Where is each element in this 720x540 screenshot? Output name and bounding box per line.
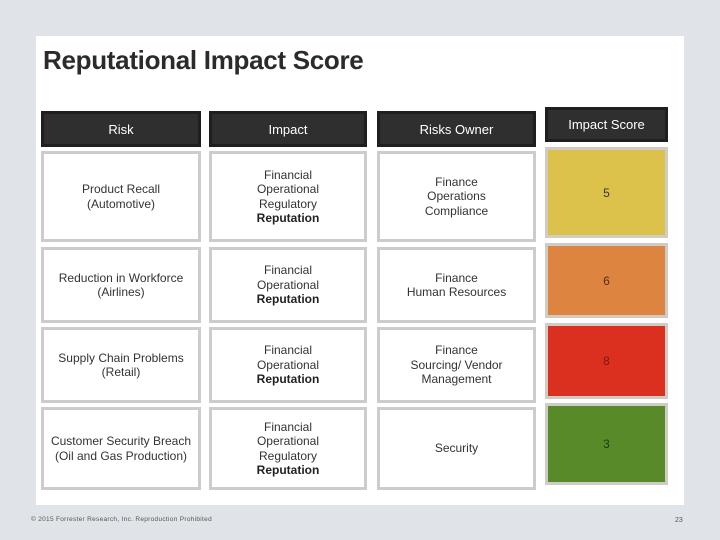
header-risks-owner: Risks Owner xyxy=(377,111,536,147)
risk-cell: Reduction in Workforce (Airlines) xyxy=(41,247,201,323)
score-value: 8 xyxy=(603,354,610,368)
page-number: 23 xyxy=(675,517,683,524)
risk-industry: (Airlines) xyxy=(97,285,145,299)
impact-cell: Financial Operational Reputation xyxy=(209,327,367,403)
score-value: 3 xyxy=(603,437,610,451)
impact-item-reputation: Reputation xyxy=(256,372,320,387)
owner-item: Management xyxy=(421,372,492,387)
risk-name: Supply Chain Problems xyxy=(58,350,184,365)
risk-cell: Product Recall (Automotive) xyxy=(41,151,201,242)
slide-title: Reputational Impact Score xyxy=(43,45,364,75)
score-value: 6 xyxy=(603,273,610,288)
owner-item: Security xyxy=(434,441,479,456)
copyright-footer: © 2015 Forrester Research, Inc. Reproduc… xyxy=(31,516,212,523)
impact-cell: Financial Operational Regulatory Reputat… xyxy=(209,407,367,490)
risk-name: Reduction in Workforce xyxy=(58,270,184,285)
impact-item-reputation: Reputation xyxy=(256,292,320,307)
header-risk: Risk xyxy=(41,111,201,147)
impact-item: Regulatory xyxy=(258,196,318,211)
score-cell: 5 xyxy=(545,147,668,238)
owner-cell: Security xyxy=(377,407,536,490)
score-cell: 6 xyxy=(545,243,668,318)
risk-industry: (Automotive) xyxy=(86,196,156,211)
owner-cell: Finance Sourcing/ Vendor Management xyxy=(377,327,536,403)
owner-cell: Finance Human Resources xyxy=(377,247,536,323)
impact-item: Financial xyxy=(263,343,313,358)
impact-item: Operational xyxy=(256,277,320,292)
risk-industry: (Oil and Gas Production) xyxy=(54,448,188,463)
risk-cell: Supply Chain Problems (Retail) xyxy=(41,327,201,403)
impact-item: Operational xyxy=(256,357,320,372)
impact-item: Operational xyxy=(256,182,320,196)
score-cell: 3 xyxy=(545,403,668,485)
owner-item: Finance xyxy=(435,270,478,285)
risk-cell: Customer Security Breach (Oil and Gas Pr… xyxy=(41,407,201,490)
impact-item: Financial xyxy=(263,263,313,278)
score-cell: 8 xyxy=(545,323,668,399)
header-impact-score: Impact Score xyxy=(545,107,668,142)
impact-item: Regulatory xyxy=(258,448,318,463)
impact-item-reputation: Reputation xyxy=(256,211,320,225)
owner-item: Finance xyxy=(435,174,478,189)
risk-name: Product Recall xyxy=(81,182,161,196)
impact-cell: Financial Operational Reputation xyxy=(209,247,367,323)
risk-industry: (Retail) xyxy=(101,365,141,379)
score-value: 5 xyxy=(603,185,610,200)
impact-item: Financial xyxy=(263,167,313,182)
owner-item: Operations xyxy=(427,189,486,204)
risk-name: Customer Security Breach xyxy=(50,434,192,448)
owner-item: Human Resources xyxy=(406,285,507,299)
impact-cell: Financial Operational Regulatory Reputat… xyxy=(209,151,367,242)
impact-item: Operational xyxy=(256,434,320,448)
owner-cell: Finance Operations Compliance xyxy=(377,151,536,242)
owner-item: Compliance xyxy=(424,203,489,218)
owner-item: Sourcing/ Vendor xyxy=(410,357,503,372)
header-impact: Impact xyxy=(209,111,367,147)
impact-item: Financial xyxy=(263,419,313,434)
owner-item: Finance xyxy=(435,343,478,358)
impact-item-reputation: Reputation xyxy=(256,463,320,477)
